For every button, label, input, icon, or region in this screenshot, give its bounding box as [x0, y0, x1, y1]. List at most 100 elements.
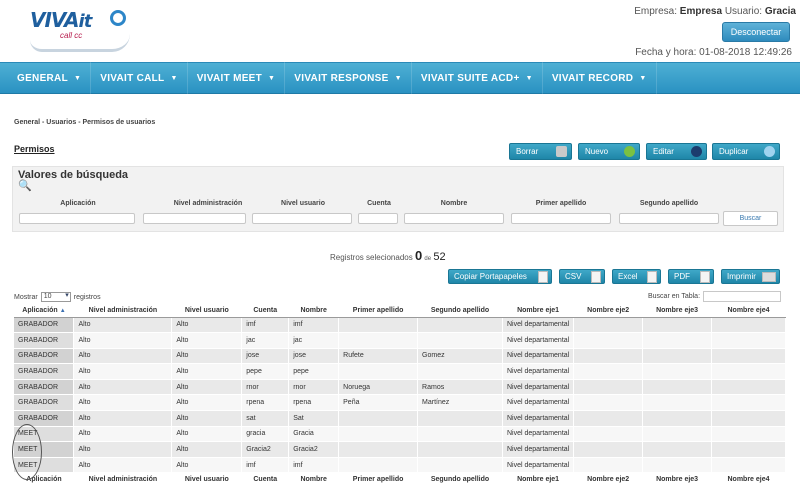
new-button[interactable]: Nuevo [578, 143, 640, 160]
plus-icon [624, 146, 635, 157]
col-header-segundo-apellido[interactable]: Segundo apellido [417, 304, 503, 318]
table-cell: Gracia2 [241, 441, 290, 458]
table-cell: Alto [73, 317, 173, 334]
csv-button[interactable]: CSV [559, 269, 605, 284]
table-cell [417, 410, 503, 427]
copy-clipboard-button[interactable]: Copiar Portapapeles [448, 269, 552, 284]
records-total: 52 [433, 251, 446, 263]
table-search-input[interactable] [703, 291, 782, 302]
table-cell: Alto [73, 426, 173, 443]
col-header-eje2[interactable]: Nombre eje2 [573, 304, 643, 318]
table-cell: Alto [73, 332, 173, 349]
table-cell [711, 410, 786, 427]
annotation-circle [12, 424, 42, 480]
nav-vivait-suite-acd[interactable]: VIVAIT SUITE ACD+ ▼ [412, 62, 543, 94]
col-header-primer-apellido[interactable]: Primer apellido [338, 304, 418, 318]
table-cell: GRABADOR [14, 348, 75, 365]
col-footer-nivel-usuario: Nivel usuario [171, 472, 242, 486]
search-input-cuenta[interactable] [358, 213, 398, 224]
table-cell [642, 426, 713, 443]
nav-general[interactable]: GENERAL ▼ [8, 62, 92, 94]
datetime: Fecha y hora: 01-08-2018 12:49:26 [635, 47, 792, 58]
col-header-aplicacion[interactable]: Aplicación ▲ [14, 304, 74, 318]
col-header-nombre[interactable]: Nombre [288, 304, 339, 318]
table-cell: Alto [73, 457, 173, 474]
table-cell [711, 426, 786, 443]
table-row[interactable]: GRABADOR Alto Alto sat Sat Nivel departamenta… [14, 410, 786, 427]
page-title: Permisos [14, 144, 55, 154]
search-label-nivel-usuario: Nivel usuario [281, 200, 325, 207]
caret-down-icon: ▼ [268, 74, 276, 82]
table-cell [573, 379, 644, 396]
table-cell [642, 394, 713, 412]
table-cell: pepe [241, 363, 290, 380]
user-name: Gracia [764, 6, 796, 17]
table-cell: Nivel departamental [502, 363, 575, 380]
nav-vivait-meet[interactable]: VIVAIT MEET ▼ [188, 62, 286, 94]
table-cell [573, 426, 644, 443]
table-cell [417, 426, 503, 443]
pdf-button[interactable]: PDF [668, 269, 714, 284]
col-header-nivel-admin[interactable]: Nivel administración [73, 304, 172, 318]
table-row[interactable]: GRABADOR Alto Alto jose jose Rufete Gomez Nivel… [14, 348, 786, 365]
col-header-eje1[interactable]: Nombre eje1 [502, 304, 574, 318]
table-row[interactable]: MEET Alto Alto Gracia2 Gracia2 Nivel departam… [14, 441, 786, 458]
table-cell: Nivel departamental [502, 457, 575, 474]
nav-vivait-record[interactable]: VIVAIT RECORD ▼ [543, 62, 657, 94]
search-panel: Valores de búsqueda 🔍 Aplicación Nivel a… [12, 166, 784, 232]
disconnect-button[interactable]: Desconectar [722, 22, 790, 42]
excel-button[interactable]: Excel [612, 269, 661, 284]
search-input-nivel-admin[interactable] [143, 213, 246, 224]
table-cell: GRABADOR [14, 317, 75, 334]
edit-button[interactable]: Editar [646, 143, 707, 160]
table-cell [338, 410, 419, 427]
table-row[interactable]: GRABADOR Alto Alto rnor rnor Noruega Ramos Nive… [14, 379, 786, 396]
search-input-nombre[interactable] [404, 213, 504, 224]
main-content: General - Usuarios - Permisos de usuario… [0, 94, 800, 490]
search-input-segundo-apellido[interactable] [619, 213, 719, 224]
logo-swoosh [30, 34, 130, 52]
vivait-logo[interactable]: VIVAit call cc [30, 8, 130, 52]
search-input-aplicacion[interactable] [19, 213, 135, 224]
table-cell: Alto [73, 410, 173, 427]
table-cell: Sat [288, 410, 340, 427]
table-cell [642, 348, 713, 365]
nav-vivait-call[interactable]: VIVAIT CALL ▼ [91, 62, 188, 94]
table-cell: sat [241, 410, 290, 427]
col-header-eje4[interactable]: Nombre eje4 [711, 304, 786, 318]
table-cell: Alto [73, 363, 173, 380]
print-button[interactable]: Imprimir [721, 269, 780, 284]
table-cell [711, 348, 786, 365]
breadcrumb: General - Usuarios - Permisos de usuario… [14, 119, 156, 126]
printer-icon [762, 272, 776, 282]
table-row[interactable]: MEET Alto Alto gracia Gracia Nivel departamen… [14, 426, 786, 443]
pdf-file-icon [700, 271, 710, 283]
table-cell: imf [288, 317, 340, 334]
table-cell: Alto [73, 394, 173, 412]
table-footer-row: Aplicación Nivel administración Nivel us… [14, 472, 786, 486]
page-length-select[interactable]: 10 [40, 292, 71, 302]
table-cell: Peña [338, 394, 419, 412]
col-header-nivel-usuario[interactable]: Nivel usuario [171, 304, 242, 318]
table-cell: Alto [73, 348, 173, 365]
col-header-eje3[interactable]: Nombre eje3 [642, 304, 712, 318]
table-cell: Nivel departamental [502, 410, 575, 427]
nav-vivait-response[interactable]: VIVAIT RESPONSE ▼ [285, 62, 412, 94]
header: VIVAit call cc Empresa: Empresa Usuario:… [0, 0, 800, 62]
delete-button[interactable]: Borrar [509, 143, 572, 160]
col-header-cuenta[interactable]: Cuenta [241, 304, 289, 318]
table-row[interactable]: GRABADOR Alto Alto imf imf Nivel departamenta… [14, 317, 786, 334]
table-cell: gracia [241, 426, 290, 443]
search-icon[interactable]: 🔍 [18, 179, 32, 192]
table-row[interactable]: GRABADOR Alto Alto pepe pepe Nivel departamen… [14, 363, 786, 380]
search-button[interactable]: Buscar [723, 211, 778, 226]
search-input-primer-apellido[interactable] [511, 213, 611, 224]
table-row[interactable]: GRABADOR Alto Alto rpena rpena Peña Martínez Ni… [14, 394, 786, 412]
search-input-nivel-usuario[interactable] [252, 213, 352, 224]
duplicate-button[interactable]: Duplicar [712, 143, 780, 160]
table-cell: Gracia2 [288, 441, 340, 458]
table-cell: Alto [171, 363, 243, 380]
table-cell [642, 457, 713, 474]
table-row[interactable]: MEET Alto Alto imf imf Nivel departamental [14, 457, 786, 474]
table-row[interactable]: GRABADOR Alto Alto jac jac Nivel departamenta… [14, 332, 786, 349]
